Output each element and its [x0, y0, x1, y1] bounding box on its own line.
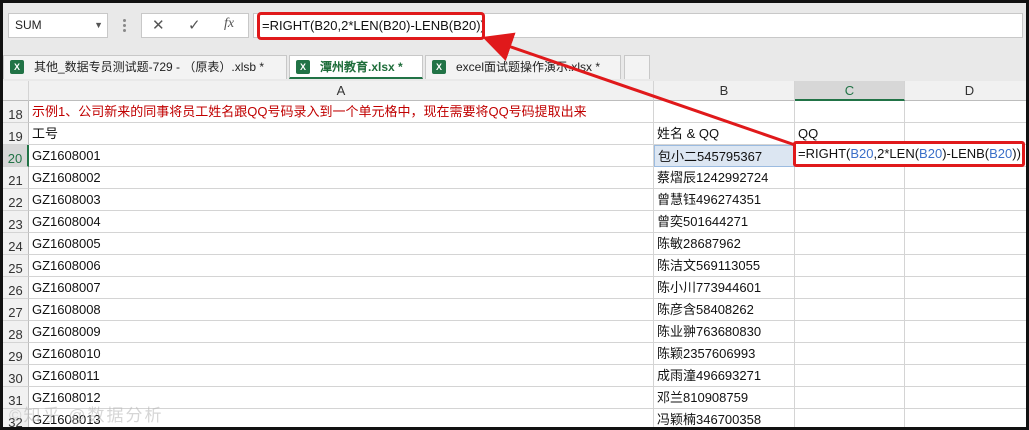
annotation-arrow — [482, 32, 796, 147]
excel-window: SUM ▼ ✕ ✓ fx =RIGHT(B20,2*LEN(B20)-LENB(… — [0, 0, 1029, 430]
watermark: ©知乎 @数据分析 — [9, 406, 164, 425]
